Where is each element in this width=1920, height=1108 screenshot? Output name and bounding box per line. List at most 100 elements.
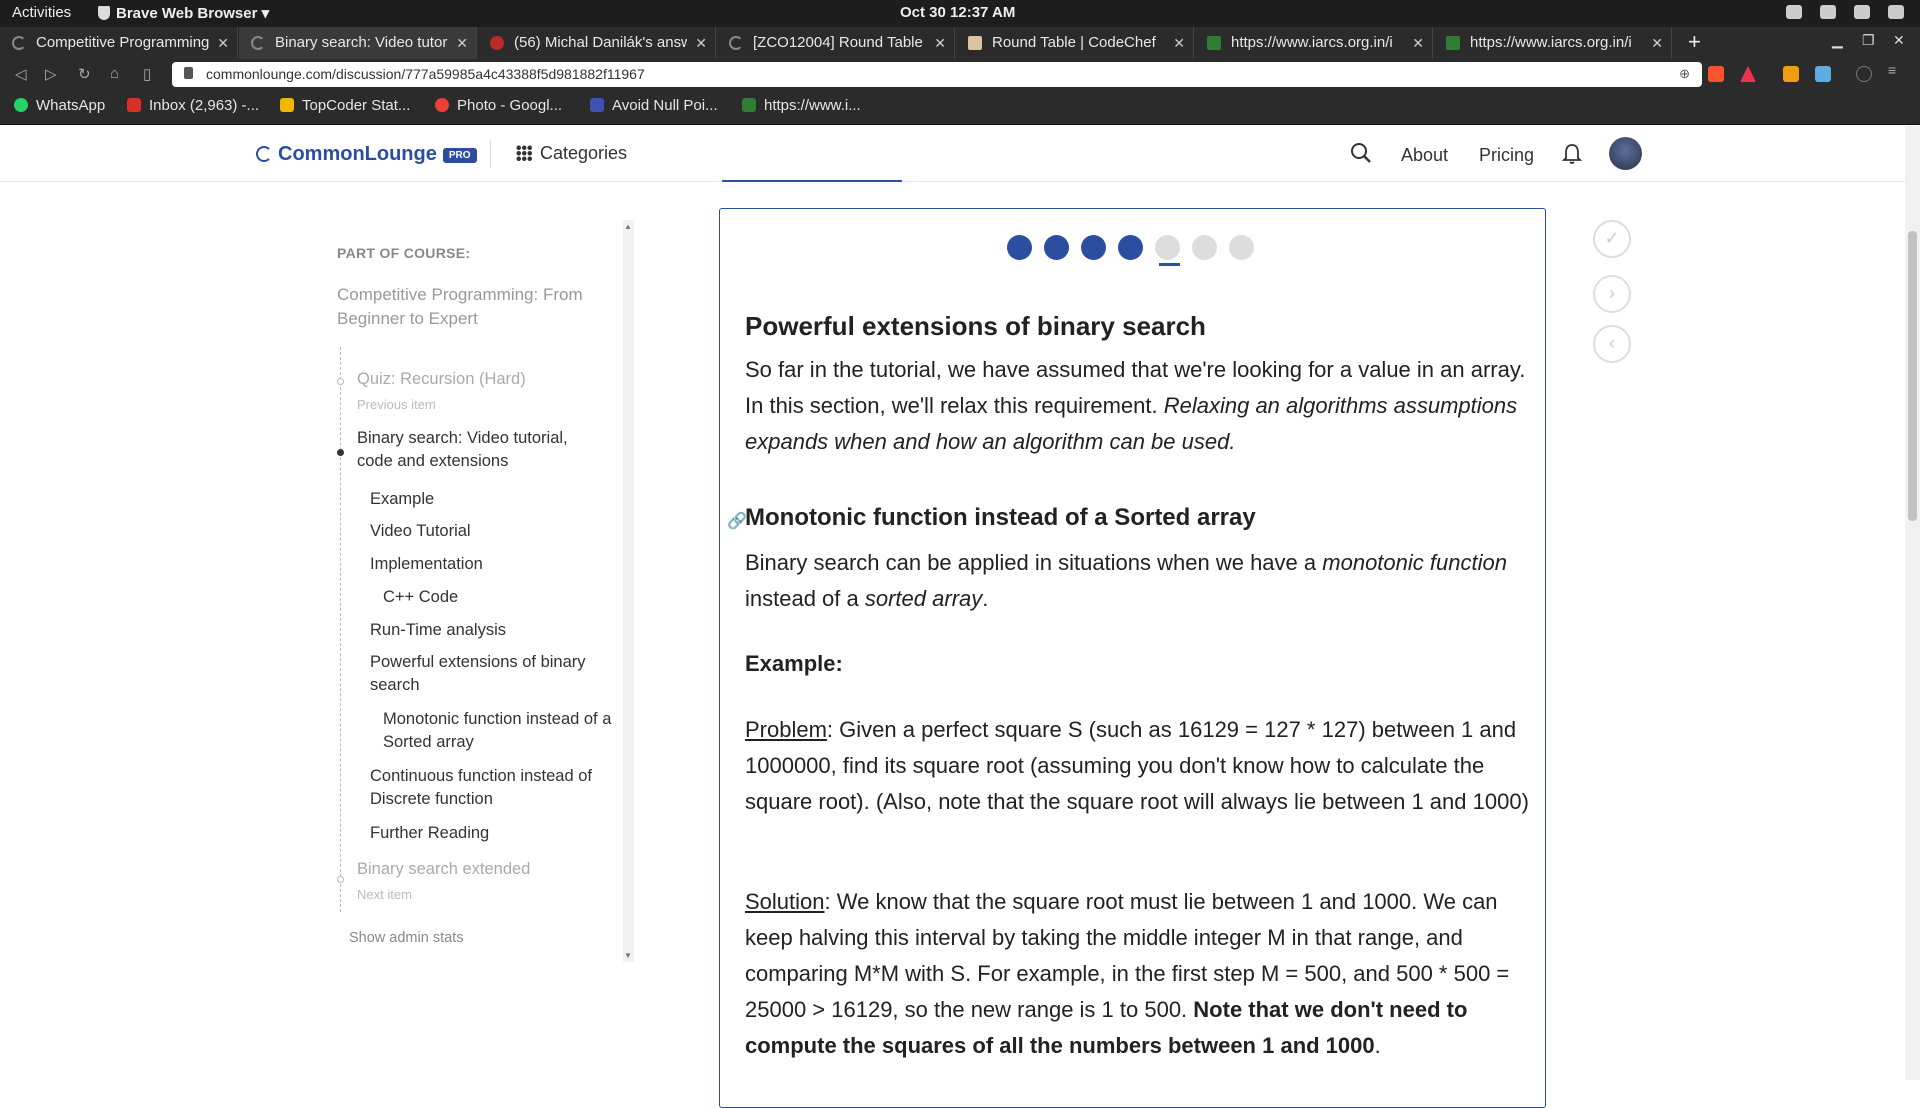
show-admin-stats-link[interactable]: Show admin stats	[349, 930, 463, 946]
close-icon[interactable]: ✕	[695, 27, 707, 59]
subsection-heading: Monotonic function instead of a Sorted a…	[745, 504, 1256, 531]
progress-dot[interactable]	[1118, 235, 1143, 260]
previous-button[interactable]: ‹	[1593, 325, 1631, 363]
close-window-button[interactable]: ✕	[1893, 32, 1905, 49]
extension-icon[interactable]	[1783, 66, 1799, 82]
brave-shields-icon[interactable]	[1708, 66, 1724, 82]
profile-icon[interactable]	[1856, 66, 1872, 82]
close-icon[interactable]: ✕	[1651, 27, 1663, 59]
timeline-line	[340, 347, 341, 912]
sidebar-scrollbar[interactable]: ▲ ▼	[623, 220, 634, 962]
app-menu[interactable]: Brave Web Browser ▾	[98, 4, 269, 22]
bookmark-inbox[interactable]: Inbox (2,963) -...	[127, 97, 259, 114]
solution-paragraph: Solution: We know that the square root m…	[745, 889, 1510, 1058]
close-icon[interactable]: ✕	[1173, 27, 1185, 59]
forward-button[interactable]: ▷	[45, 65, 57, 83]
sidebar-previous-item[interactable]: Quiz: Recursion (Hard) Previous item	[357, 368, 526, 416]
course-title[interactable]: Competitive Programming: From Beginner t…	[337, 283, 607, 331]
tab-quora-answer[interactable]: (56) Michal Danilák's answ ✕	[478, 27, 716, 59]
system-top-bar: Activities Brave Web Browser ▾ Oct 30 12…	[0, 0, 1920, 27]
progress-dot[interactable]	[1007, 235, 1032, 260]
anchor-link-icon[interactable]: 🔗	[727, 511, 747, 531]
network-icon[interactable]	[1820, 5, 1836, 19]
tab-zco-round-table[interactable]: [ZCO12004] Round Table (2 ✕	[717, 27, 955, 59]
sidebar-current-item[interactable]: Binary search: Video tutorial, code and …	[357, 427, 607, 473]
search-icon[interactable]	[1350, 142, 1372, 164]
maximize-button[interactable]: ❐	[1862, 32, 1875, 49]
categories-menu[interactable]: Categories	[516, 143, 627, 164]
toc-item-further-reading[interactable]: Further Reading	[370, 822, 489, 845]
menu-icon[interactable]: ≡	[1888, 62, 1904, 78]
clock[interactable]: Oct 30 12:37 AM	[900, 4, 1015, 21]
whatsapp-icon	[14, 98, 28, 112]
scrollbar-thumb[interactable]	[1908, 231, 1917, 521]
activities-button[interactable]: Activities	[12, 4, 71, 21]
app-name: Brave Web Browser	[116, 5, 258, 22]
progress-dot[interactable]	[1044, 235, 1069, 260]
bell-icon[interactable]	[1562, 143, 1582, 165]
progress-dot[interactable]	[1155, 235, 1180, 260]
about-link[interactable]: About	[1401, 145, 1448, 166]
tab-binary-search[interactable]: Binary search: Video tutori ✕	[239, 27, 477, 59]
battery-icon[interactable]	[1888, 5, 1904, 19]
url-text[interactable]: commonlounge.com/discussion/777a59985a4c…	[206, 66, 645, 82]
lock-icon	[184, 67, 193, 79]
pricing-link[interactable]: Pricing	[1479, 145, 1534, 166]
scroll-up-icon[interactable]: ▲	[624, 222, 632, 231]
accessibility-icon[interactable]	[1786, 5, 1802, 19]
next-button[interactable]: ›	[1593, 275, 1631, 313]
tab-iarcs-1[interactable]: https://www.iarcs.org.in/i ✕	[1195, 27, 1433, 59]
section-heading: Powerful extensions of binary search	[745, 311, 1206, 341]
toc-item-monotonic[interactable]: Monotonic function instead of a Sorted a…	[383, 708, 613, 754]
section-tab-underline	[722, 180, 902, 182]
progress-dot[interactable]	[1081, 235, 1106, 260]
progress-dot[interactable]	[1229, 235, 1254, 260]
bookmark-avoid-null[interactable]: Avoid Null Poi...	[590, 97, 718, 114]
toc-item-video-tutorial[interactable]: Video Tutorial	[370, 520, 471, 543]
volume-icon[interactable]	[1854, 5, 1870, 19]
toc-item-powerful-extensions[interactable]: Powerful extensions of binary search	[370, 651, 605, 697]
bookmark-whatsapp[interactable]: WhatsApp	[14, 97, 105, 114]
header-divider	[490, 140, 491, 168]
close-icon[interactable]: ✕	[217, 27, 229, 59]
zoom-icon[interactable]: ⊕	[1679, 66, 1690, 82]
sidebar-next-item[interactable]: Binary search extended Next item	[357, 858, 530, 906]
toc-item-implementation[interactable]: Implementation	[370, 553, 483, 576]
reload-button[interactable]: ↻	[78, 65, 91, 83]
sidebar-heading: PART OF COURSE:	[337, 245, 471, 261]
minimize-button[interactable]: ▁	[1832, 32, 1843, 49]
close-icon[interactable]: ✕	[456, 27, 468, 59]
avatar[interactable]	[1609, 137, 1642, 170]
codechef-icon	[968, 36, 982, 50]
close-icon[interactable]: ✕	[1412, 27, 1424, 59]
bookmark-icon[interactable]: ▯	[143, 65, 151, 83]
toc-item-cpp-code[interactable]: C++ Code	[383, 586, 458, 609]
scroll-down-icon[interactable]: ▼	[624, 951, 632, 960]
bookmark-photos[interactable]: Photo - Googl...	[435, 97, 562, 114]
mark-complete-button[interactable]: ✓	[1593, 220, 1631, 258]
iarcs-icon	[1207, 36, 1221, 50]
system-tray[interactable]	[1786, 5, 1904, 19]
back-button[interactable]: ◁	[15, 65, 27, 83]
bookmark-iarcs[interactable]: https://www.i...	[742, 97, 861, 114]
intro-paragraph: So far in the tutorial, we have assumed …	[745, 357, 1526, 454]
tab-iarcs-2[interactable]: https://www.iarcs.org.in/i ✕	[1434, 27, 1672, 59]
iarcs-icon	[1446, 36, 1460, 50]
toc-item-continuous[interactable]: Continuous function instead of Discrete …	[370, 765, 610, 811]
new-tab-button[interactable]: +	[1688, 29, 1701, 55]
extension-icon[interactable]	[1815, 66, 1831, 82]
toc-item-example[interactable]: Example	[370, 488, 434, 511]
tab-competitive-programming[interactable]: Competitive Programming ✕	[0, 27, 238, 59]
toc-item-runtime[interactable]: Run-Time analysis	[370, 619, 506, 642]
home-button[interactable]: ⌂	[110, 65, 119, 82]
close-icon[interactable]: ✕	[934, 27, 946, 59]
loading-icon	[12, 36, 26, 50]
bookmark-topcoder[interactable]: TopCoder Stat...	[280, 97, 410, 114]
address-bar[interactable]: commonlounge.com/discussion/777a59985a4c…	[172, 62, 1702, 87]
commonlounge-logo[interactable]: CommonLounge PRO	[256, 143, 477, 166]
logo-icon	[256, 146, 272, 162]
progress-dot[interactable]	[1192, 235, 1217, 260]
page-scrollbar[interactable]	[1905, 126, 1920, 1080]
iarcs-icon	[742, 98, 756, 112]
tab-codechef[interactable]: Round Table | CodeChef ✕	[956, 27, 1194, 59]
